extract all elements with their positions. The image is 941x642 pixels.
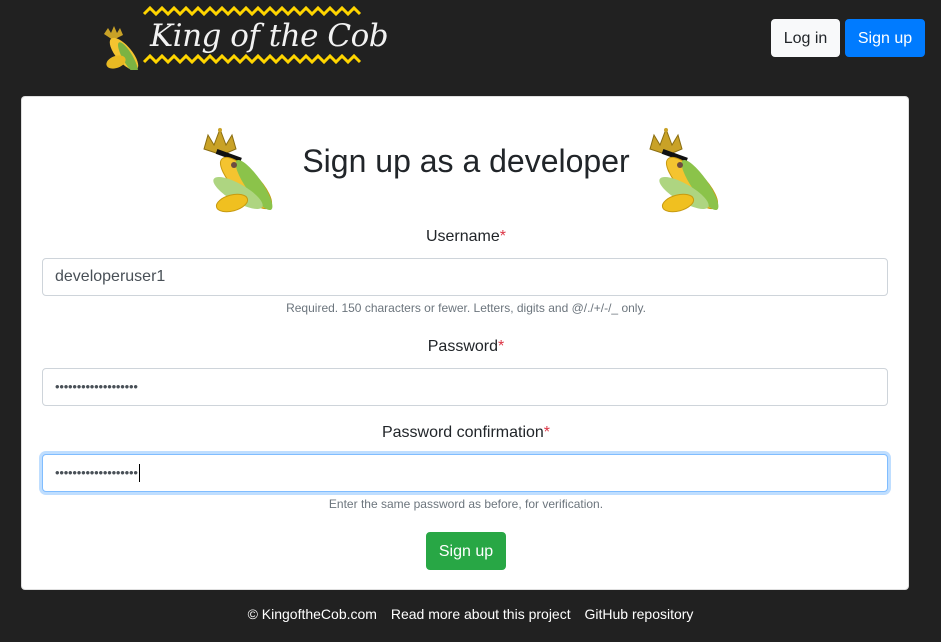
footer-copyright: © KingoftheCob.com	[247, 606, 377, 622]
username-label: Username*	[22, 228, 910, 246]
required-mark: *	[543, 424, 551, 441]
password-confirmation-input[interactable]: •••••••••••••••••••	[42, 454, 888, 492]
required-mark: *	[498, 338, 505, 355]
password-confirmation-masked-value: •••••••••••••••••••	[55, 465, 138, 480]
password-confirmation-label-text: Password confirmation	[381, 424, 544, 441]
logo-text: King of the Cob	[150, 18, 389, 54]
password-label-text: Password	[427, 338, 498, 355]
site-logo[interactable]: King of the Cob	[98, 4, 389, 70]
login-button[interactable]: Log in	[771, 19, 840, 57]
password-masked-value: •••••••••••••••••••	[55, 379, 138, 394]
site-footer: © KingoftheCob.com Read more about this …	[0, 606, 941, 622]
username-input[interactable]: developeruser1	[42, 258, 888, 296]
page-title: Sign up as a developer	[302, 143, 630, 179]
password-input[interactable]: •••••••••••••••••••	[42, 368, 888, 406]
footer-about-link[interactable]: Read more about this project	[391, 606, 571, 622]
signup-nav-button[interactable]: Sign up	[845, 19, 925, 57]
corn-king-icon	[649, 127, 719, 213]
site-header: King of the Cob Log in Sign up	[0, 0, 941, 80]
required-mark: *	[499, 228, 507, 245]
text-caret	[138, 463, 140, 482]
password-confirmation-help-text: Enter the same password as before, for v…	[328, 497, 604, 511]
username-label-text: Username	[425, 228, 500, 245]
username-value: developeruser1	[55, 268, 166, 285]
signup-card: Sign up as a developer Username* develop…	[21, 96, 909, 590]
signup-submit-button[interactable]: Sign up	[426, 532, 506, 570]
password-confirmation-label: Password confirmation*	[22, 424, 910, 442]
password-label: Password*	[22, 338, 910, 356]
username-help-text: Required. 150 characters or fewer. Lette…	[286, 301, 646, 315]
footer-github-link[interactable]: GitHub repository	[585, 606, 694, 622]
